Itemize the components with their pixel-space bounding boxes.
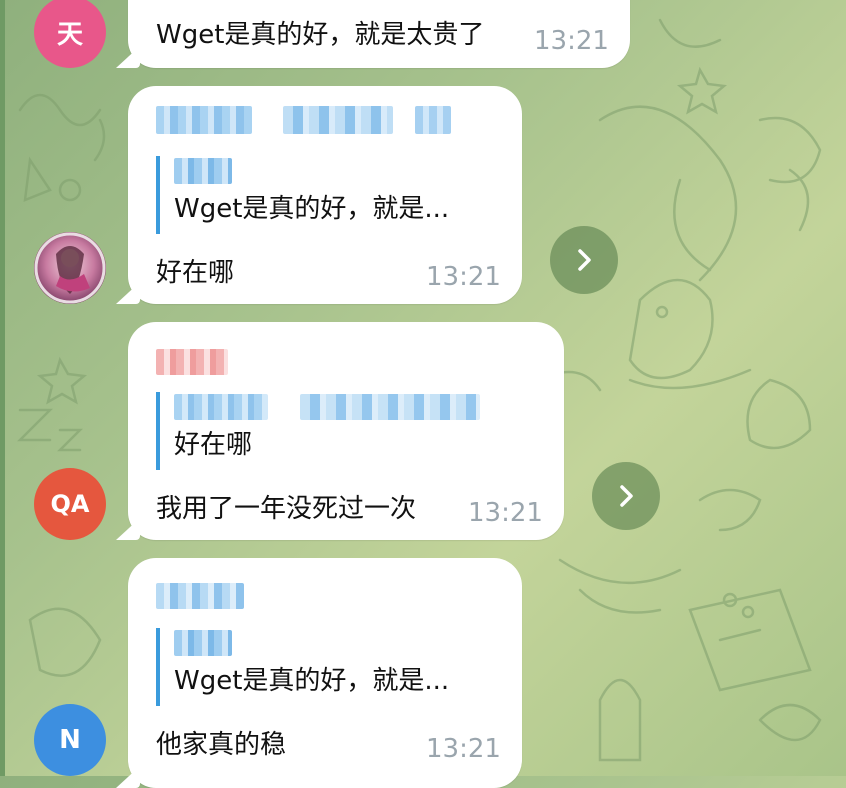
message-bubble[interactable]: Wget是真的好，就是... 他家真的稳 13:21 xyxy=(116,558,522,788)
avatar-initial: N xyxy=(59,725,81,755)
avatar[interactable]: QA xyxy=(34,468,106,540)
redacted-sender xyxy=(283,105,394,134)
redacted-sender xyxy=(156,348,228,375)
message-bubble[interactable]: Wget是真的好，就是... 好在哪 13:21 xyxy=(116,86,522,304)
avatar-initial: QA xyxy=(50,490,90,518)
redacted-sender xyxy=(414,105,451,134)
redacted-sender xyxy=(156,582,244,609)
redacted-quote-author xyxy=(174,630,232,656)
chevron-right-icon xyxy=(620,485,633,507)
sender-name[interactable] xyxy=(156,580,244,610)
message-text: Wget是真的好，就是太贵了 xyxy=(156,20,485,50)
message-bubble[interactable]: 好在哪 我用了一年没死过一次 13:21 xyxy=(116,322,564,540)
reply-quote[interactable]: Wget是真的好，就是... xyxy=(156,156,449,234)
quote-text: 好在哪 xyxy=(174,430,253,460)
reply-quote[interactable]: 好在哪 xyxy=(156,392,480,470)
sender-name[interactable] xyxy=(156,346,228,376)
quote-author xyxy=(174,156,449,188)
avatar[interactable]: N xyxy=(34,704,106,776)
message-time: 13:21 xyxy=(534,26,609,56)
message-text: 我用了一年没死过一次 xyxy=(156,494,417,524)
avatar-initial: 天 xyxy=(56,19,83,50)
redacted-quote-author xyxy=(299,394,480,420)
avatar[interactable] xyxy=(34,232,106,304)
redacted-sender xyxy=(156,105,252,134)
avatar-image xyxy=(34,232,106,304)
quote-text: Wget是真的好，就是... xyxy=(174,194,450,224)
message-time: 13:21 xyxy=(426,734,501,764)
quote-author xyxy=(174,628,449,660)
message-text: 好在哪 xyxy=(156,258,235,288)
quote-text: Wget是真的好，就是... xyxy=(174,666,450,696)
message-time: 13:21 xyxy=(426,262,501,292)
sender-name[interactable] xyxy=(156,104,451,134)
message-bubble[interactable]: 天王 Wget是真的好，就是太贵了 13:21 xyxy=(116,0,630,68)
message-text: 他家真的稳 xyxy=(156,730,287,760)
chevron-right-icon xyxy=(578,249,591,271)
reply-quote[interactable]: Wget是真的好，就是... xyxy=(156,628,449,706)
quote-author xyxy=(174,392,480,424)
redacted-quote-author xyxy=(174,158,232,184)
message-time: 13:21 xyxy=(468,498,543,528)
forward-button[interactable] xyxy=(592,462,660,530)
sender-name[interactable]: 天王 xyxy=(156,0,210,3)
redacted-quote-author xyxy=(174,394,268,420)
forward-button[interactable] xyxy=(550,226,618,294)
